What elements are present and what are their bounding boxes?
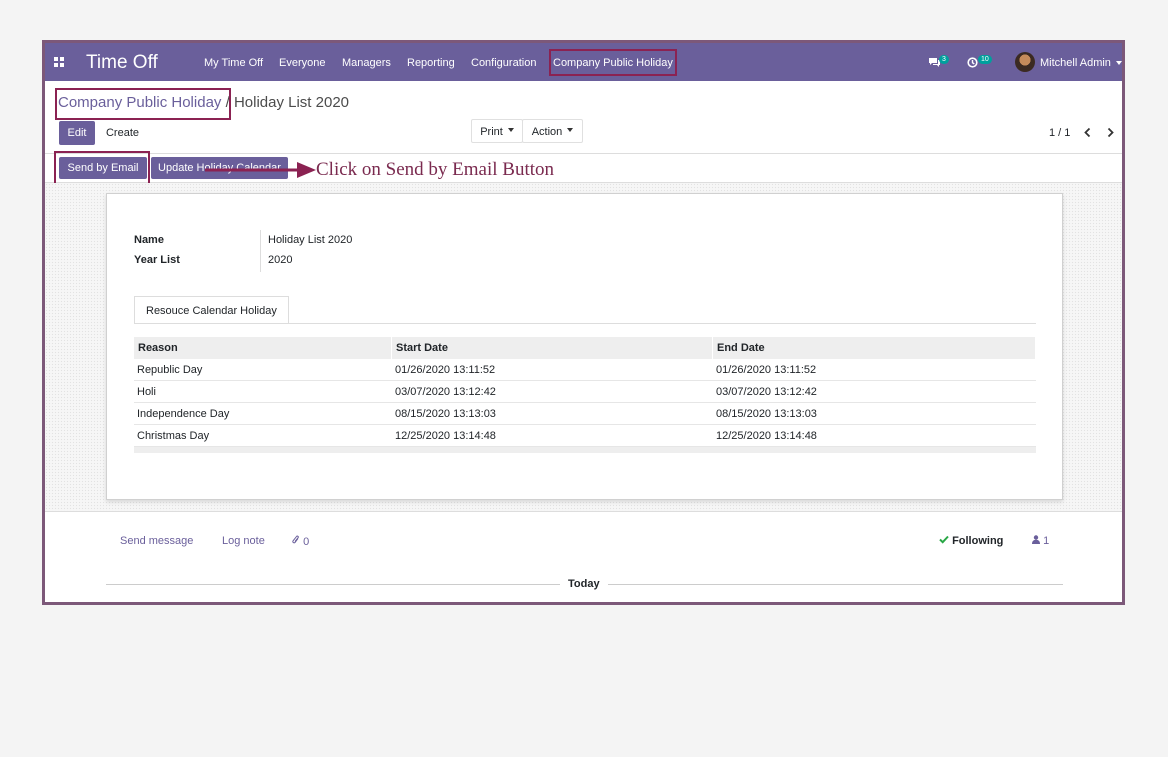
menu-everyone[interactable]: Everyone — [279, 57, 325, 69]
following-button[interactable]: Following — [939, 535, 1003, 547]
activities-icon[interactable] — [967, 57, 978, 71]
end-date-cell: 03/07/2020 13:12:42 — [716, 386, 817, 398]
reason-cell: Christmas Day — [137, 430, 210, 442]
reason-cell: Holi — [137, 386, 156, 398]
paperclip-icon — [292, 535, 303, 548]
log-note-button[interactable]: Log note — [222, 535, 265, 547]
reason-cell: Republic Day — [137, 364, 203, 376]
create-button[interactable]: Create — [98, 121, 147, 145]
main-navbar: Time Off My Time Off Everyone Managers R… — [45, 43, 1122, 81]
start-date-cell: 12/25/2020 13:14:48 — [395, 430, 496, 442]
annotation-arrow-icon — [205, 162, 316, 178]
pager-previous-icon[interactable] — [1083, 127, 1092, 141]
start-date-cell: 01/26/2020 13:11:52 — [395, 364, 496, 376]
attachments-button[interactable]: 0 — [292, 535, 309, 548]
activities-count-badge: 10 — [978, 55, 992, 64]
user-name[interactable]: Mitchell Admin — [1040, 57, 1111, 69]
action-dropdown[interactable]: Action — [522, 119, 583, 143]
end-date-cell: 12/25/2020 13:14:48 — [716, 430, 817, 442]
pager-value[interactable]: 1 / 1 — [1049, 127, 1070, 139]
tab-underline — [134, 323, 1036, 324]
menu-highlight-box — [549, 49, 677, 76]
annotation-text: Click on Send by Email Button — [316, 159, 555, 180]
edit-button[interactable]: Edit — [59, 121, 95, 145]
attachments-count: 0 — [303, 536, 310, 548]
followers-count: 1 — [1043, 535, 1050, 547]
menu-managers[interactable]: Managers — [342, 57, 391, 69]
reason-cell: Independence Day — [137, 408, 230, 420]
table-row[interactable]: Republic Day 01/26/2020 13:11:52 01/26/2… — [134, 359, 1036, 381]
table-row[interactable]: Holi 03/07/2020 13:12:42 03/07/2020 13:1… — [134, 381, 1036, 403]
check-icon — [939, 535, 952, 547]
start-date-cell: 08/15/2020 13:13:03 — [395, 408, 496, 420]
column-header-start-date[interactable]: Start Date — [392, 337, 713, 359]
column-header-end-date[interactable]: End Date — [713, 337, 1036, 359]
menu-configuration[interactable]: Configuration — [471, 57, 536, 69]
table-row[interactable]: Independence Day 08/15/2020 13:13:03 08/… — [134, 403, 1036, 425]
start-date-cell: 03/07/2020 13:12:42 — [395, 386, 496, 398]
tab-resource-calendar-holiday[interactable]: Resouce Calendar Holiday — [134, 296, 289, 324]
action-label: Action — [531, 126, 563, 138]
form-sheet: Name Year List Holiday List 2020 2020 Re… — [106, 193, 1063, 500]
send-email-highlight-box — [54, 151, 150, 185]
breadcrumb-highlight-box — [55, 88, 231, 120]
print-label: Print — [480, 126, 503, 138]
year-list-label: Year List — [134, 254, 180, 266]
following-label: Following — [952, 535, 1004, 547]
app-window: Time Off My Time Off Everyone Managers R… — [42, 40, 1125, 605]
print-dropdown[interactable]: Print — [471, 119, 523, 143]
name-label: Name — [134, 234, 164, 246]
menu-my-time-off[interactable]: My Time Off — [204, 57, 263, 69]
year-list-field[interactable]: 2020 — [268, 254, 292, 266]
pager-next-icon[interactable] — [1106, 127, 1115, 141]
user-menu-caret-icon[interactable] — [1116, 61, 1122, 65]
apps-menu-icon[interactable] — [54, 57, 64, 67]
followers-button[interactable]: 1 — [1032, 535, 1049, 547]
user-avatar[interactable] — [1015, 52, 1035, 72]
action-caret-icon — [567, 128, 574, 133]
end-date-cell: 01/26/2020 13:11:52 — [716, 364, 817, 376]
menu-reporting[interactable]: Reporting — [407, 57, 455, 69]
print-caret-icon — [507, 128, 514, 133]
table-footer — [134, 447, 1036, 453]
column-header-reason[interactable]: Reason — [134, 337, 392, 359]
name-field[interactable]: Holiday List 2020 — [268, 234, 352, 246]
today-label: Today — [560, 578, 608, 590]
messages-count-badge: 3 — [939, 55, 949, 64]
table-row[interactable]: Christmas Day 12/25/2020 13:14:48 12/25/… — [134, 425, 1036, 447]
user-icon — [1032, 535, 1043, 547]
app-title[interactable]: Time Off — [86, 52, 158, 74]
field-divider — [260, 230, 261, 272]
breadcrumb-current: Holiday List 2020 — [233, 94, 350, 111]
send-message-button[interactable]: Send message — [120, 535, 193, 547]
end-date-cell: 08/15/2020 13:13:03 — [716, 408, 817, 420]
